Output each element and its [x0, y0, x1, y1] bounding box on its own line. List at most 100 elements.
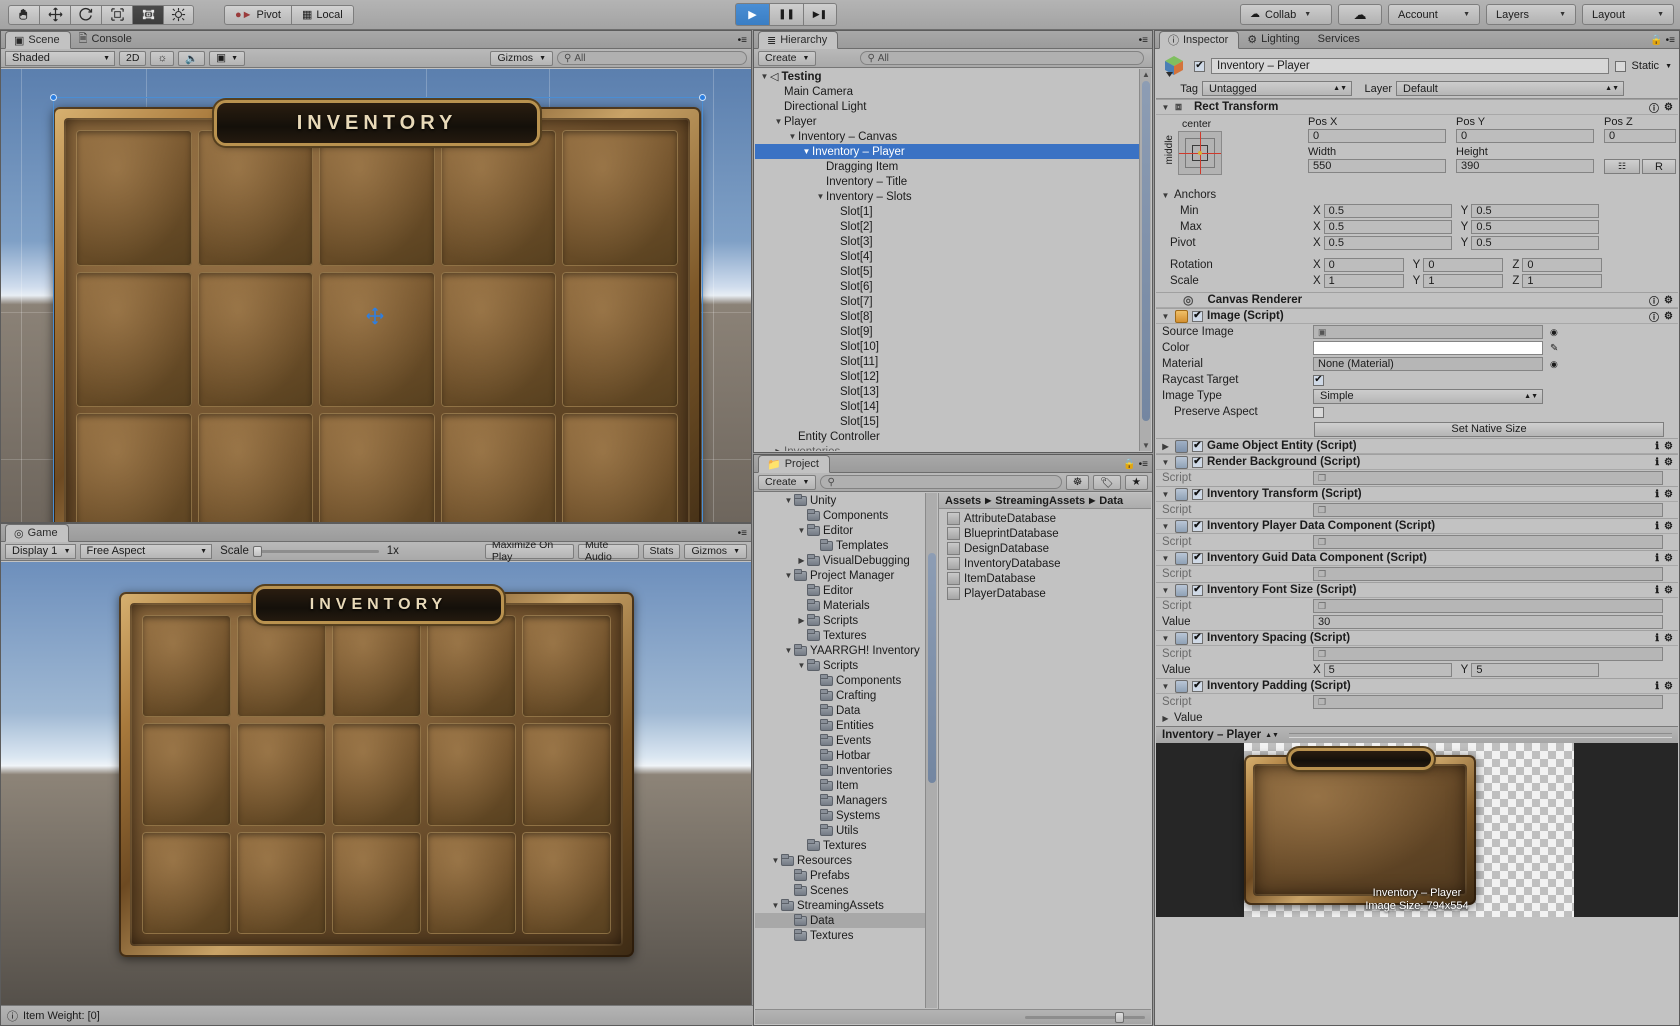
slot-cell[interactable] — [332, 723, 421, 825]
cloud-button[interactable]: ☁ — [1338, 4, 1382, 25]
scene-panel-options-icon[interactable]: •≡ — [738, 35, 747, 46]
foldout-arrow-down-icon[interactable]: ▼ — [770, 856, 781, 865]
transform-tool-button[interactable] — [163, 5, 194, 25]
lighting-toggle-button[interactable]: ☼ — [150, 51, 174, 66]
pivot-y-field[interactable]: 0.5 — [1471, 236, 1599, 250]
foldout-arrow-right-icon[interactable]: ▶ — [1160, 714, 1171, 723]
breadcrumb-data[interactable]: Data — [1099, 495, 1123, 507]
slot-cell[interactable] — [427, 723, 516, 825]
step-button[interactable]: ▶❚ — [803, 3, 837, 26]
gear-icon[interactable]: ⚙ — [1664, 553, 1673, 564]
gear-icon[interactable]: ⚙ — [1664, 489, 1673, 500]
foldout-arrow-down-icon[interactable]: ▼ — [783, 646, 794, 655]
tab-hierarchy[interactable]: ≣ Hierarchy — [758, 31, 838, 49]
color-swatch-field[interactable] — [1313, 341, 1543, 355]
project-tree-item[interactable]: Entities — [755, 718, 928, 733]
raw-edit-mode-button[interactable]: R — [1642, 159, 1676, 174]
gear-icon[interactable]: ⚙ — [1664, 457, 1673, 468]
slot-cell[interactable] — [332, 615, 421, 717]
scene-viewport[interactable]: INVENTORY — [1, 69, 751, 522]
play-button[interactable]: ▶ — [735, 3, 769, 26]
hierarchy-item[interactable]: Slot[4] — [755, 249, 1139, 264]
breadcrumb-assets[interactable]: Assets — [945, 495, 981, 507]
inspector-panel-options-icon[interactable]: 🔒 •≡ — [1650, 35, 1675, 46]
script-reference-field[interactable]: ❐ — [1313, 695, 1663, 709]
value-y-field[interactable]: 5 — [1471, 663, 1599, 677]
hierarchy-item[interactable]: Slot[3] — [755, 234, 1139, 249]
anchors-foldout-row[interactable]: ▼ Anchors — [1156, 187, 1678, 203]
hierarchy-item[interactable]: ▶Inventories — [755, 444, 1139, 451]
slot-cell[interactable] — [562, 272, 678, 408]
project-tree-item[interactable]: Crafting — [755, 688, 928, 703]
project-zoom-knob[interactable] — [1115, 1012, 1124, 1023]
pos-x-field[interactable]: 0 — [1308, 129, 1446, 143]
project-tree-item[interactable]: Events — [755, 733, 928, 748]
local-toggle-button[interactable]: ▦ Local — [291, 5, 354, 25]
slot-cell[interactable] — [76, 130, 192, 266]
game-gizmos-button[interactable]: Gizmos ▼ — [684, 544, 747, 559]
tag-dropdown[interactable]: Untagged ▲▼ — [1202, 81, 1352, 96]
tab-services[interactable]: Services — [1310, 30, 1370, 48]
height-field[interactable]: 390 — [1456, 159, 1594, 173]
hierarchy-item[interactable]: Main Camera — [755, 84, 1139, 99]
gear-icon[interactable]: ⚙ — [1664, 102, 1673, 113]
hierarchy-scrollbar[interactable]: ▲ ▼ — [1139, 69, 1151, 451]
help-icon[interactable]: ℹ — [1655, 489, 1659, 500]
help-icon[interactable]: ⓘ — [1649, 100, 1659, 115]
component-header[interactable]: ▶✔Game Object Entity (Script)ℹ⚙ — [1156, 438, 1678, 454]
foldout-arrow-down-icon[interactable]: ▼ — [1160, 522, 1171, 531]
value-x-field[interactable]: 5 — [1324, 663, 1452, 677]
help-icon[interactable]: ℹ — [1655, 457, 1659, 468]
rect-tool-button[interactable] — [132, 5, 163, 25]
hierarchy-item[interactable]: Slot[15] — [755, 414, 1139, 429]
project-tree-item[interactable]: Materials — [755, 598, 928, 613]
project-tree-item[interactable]: ▶Scripts — [755, 613, 928, 628]
script-reference-field[interactable]: ❐ — [1313, 647, 1663, 661]
move-tool-button[interactable] — [39, 5, 70, 25]
foldout-arrow-down-icon[interactable]: ▼ — [1160, 458, 1171, 467]
collab-button[interactable]: ☁ Collab ▼ — [1240, 4, 1332, 25]
project-tree-item[interactable]: Prefabs — [755, 868, 928, 883]
component-header[interactable]: ▼✔Inventory Font Size (Script)ℹ⚙ — [1156, 582, 1678, 598]
component-header[interactable]: ▼✔Inventory Guid Data Component (Script)… — [1156, 550, 1678, 566]
foldout-arrow-down-icon[interactable]: ▼ — [1160, 103, 1171, 112]
slot-cell[interactable] — [332, 832, 421, 934]
scale-tool-button[interactable] — [101, 5, 132, 25]
slot-cell[interactable] — [142, 723, 231, 825]
component-enabled-checkbox[interactable]: ✔ — [1192, 585, 1203, 596]
breadcrumb-streamingassets[interactable]: StreamingAssets — [995, 495, 1085, 507]
shading-mode-dropdown[interactable]: Shaded ▼ — [5, 51, 115, 66]
hand-tool-button[interactable] — [8, 5, 39, 25]
preview-header[interactable]: Inventory – Player ▲▼ — [1156, 726, 1678, 743]
image-type-dropdown[interactable]: Simple ▲▼ — [1313, 389, 1543, 404]
foldout-arrow-down-icon[interactable]: ▼ — [787, 132, 798, 141]
slot-cell[interactable] — [319, 130, 435, 266]
scene-search-input[interactable]: ⚲ All — [557, 51, 747, 65]
slot-cell[interactable] — [562, 413, 678, 522]
script-reference-field[interactable]: ❐ — [1313, 503, 1663, 517]
slot-cell[interactable] — [76, 413, 192, 522]
slot-cell[interactable] — [237, 615, 326, 717]
project-tree-item[interactable]: Templates — [755, 538, 928, 553]
help-icon[interactable]: ℹ — [1655, 585, 1659, 596]
game-viewport[interactable]: INVENTORY — [1, 562, 751, 1005]
hierarchy-item[interactable]: ▼Player — [755, 114, 1139, 129]
pivot-x-field[interactable]: 0.5 — [1324, 236, 1452, 250]
object-picker-icon[interactable]: ◉ — [1550, 327, 1558, 338]
material-field[interactable]: None (Material) — [1313, 357, 1543, 371]
foldout-arrow-down-icon[interactable]: ▼ — [773, 117, 784, 126]
maximize-on-play-button[interactable]: Maximize On Play — [485, 544, 574, 559]
scale-z-field[interactable]: 1 — [1522, 274, 1602, 288]
help-icon[interactable]: ℹ — [1655, 633, 1659, 644]
tab-console[interactable]: 🗎 Console — [71, 30, 142, 48]
slot-cell[interactable] — [237, 723, 326, 825]
filter-by-type-icon[interactable]: ☸ — [1066, 475, 1089, 490]
component-enabled-checkbox[interactable]: ✔ — [1192, 553, 1203, 564]
foldout-arrow-down-icon[interactable]: ▼ — [783, 496, 794, 505]
scene-gizmos-button[interactable]: Gizmos ▼ — [490, 51, 553, 66]
component-enabled-checkbox[interactable]: ✔ — [1192, 521, 1203, 532]
component-header-rect-transform[interactable]: ▼ ⧈ Rect Transform ⓘ ⚙ — [1156, 99, 1678, 115]
pause-button[interactable]: ❚❚ — [769, 3, 803, 26]
set-native-size-button[interactable]: Set Native Size — [1314, 422, 1664, 437]
anchor-min-x-field[interactable]: 0.5 — [1324, 204, 1452, 218]
